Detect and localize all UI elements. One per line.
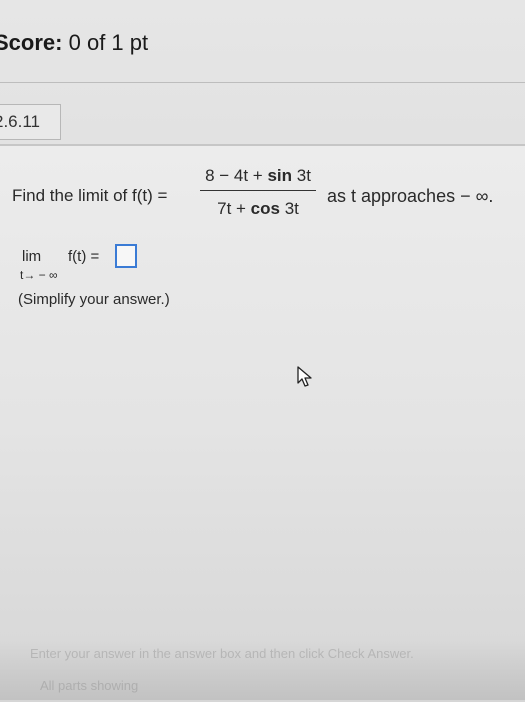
score-value: 0 of 1 pt: [68, 30, 149, 55]
lim-subscript: t→ − ∞: [20, 268, 58, 282]
footer: Enter your answer in the answer box and …: [0, 640, 525, 700]
answer-area: lim f(t) = t→ − ∞: [20, 244, 320, 284]
divider: [0, 82, 525, 83]
score-label: Score:: [0, 30, 63, 55]
score-bar: Score: 0 of 1 pt: [0, 0, 525, 80]
question-prefix: Find the limit of f(t) =: [12, 186, 168, 205]
question-panel: Find the limit of f(t) = 8 − 4t + sin 3t…: [0, 144, 525, 702]
mouse-pointer-icon: [297, 366, 313, 393]
score: Score: 0 of 1 pt: [0, 30, 148, 56]
question-statement: Find the limit of f(t) = 8 − 4t + sin 3t…: [12, 166, 522, 226]
answer-input[interactable]: [115, 244, 137, 268]
fraction: 8 − 4t + sin 3t 7t + cos 3t: [198, 166, 318, 219]
lim-label: lim: [22, 248, 42, 265]
question-number-tab[interactable]: 2.6.11: [0, 104, 61, 140]
question-suffix: as t approaches − ∞.: [327, 186, 494, 206]
question-number: 2.6.11: [0, 112, 41, 131]
fraction-denominator: 7t + cos 3t: [217, 199, 299, 218]
footer-instruction: Enter your answer in the answer box and …: [30, 646, 414, 661]
footer-status: All parts showing: [40, 678, 139, 693]
fraction-numerator: 8 − 4t + sin 3t: [205, 166, 311, 185]
function-label: f(t) =: [68, 248, 100, 265]
screen: Score: 0 of 1 pt 2.6.11 Find the limit o…: [0, 0, 525, 702]
simplify-hint: (Simplify your answer.): [18, 291, 170, 308]
